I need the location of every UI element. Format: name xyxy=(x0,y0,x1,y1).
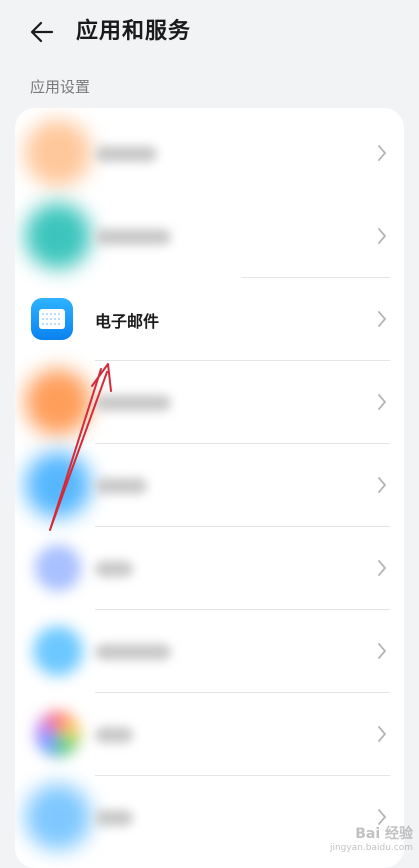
back-button[interactable] xyxy=(24,14,60,50)
list-item-blurred-2[interactable] xyxy=(15,195,404,278)
chevron-right-icon xyxy=(378,311,386,327)
chevron-right-icon xyxy=(378,394,386,410)
watermark-url: jingyan.baidu.com xyxy=(329,843,413,853)
blurred-label xyxy=(95,644,171,660)
list-item-blurred-5[interactable] xyxy=(15,527,404,610)
arrow-left-icon xyxy=(30,21,54,43)
blurred-label xyxy=(95,146,157,162)
list-item-blurred-7[interactable] xyxy=(15,693,404,776)
blurred-app-icon xyxy=(25,203,91,269)
watermark-text: Bai 经验 xyxy=(355,826,413,842)
chevron-right-icon xyxy=(378,145,386,161)
chevron-right-icon xyxy=(378,726,386,742)
header: 应用和服务 xyxy=(0,0,419,64)
blurred-app-icon xyxy=(33,626,83,676)
blurred-app-icon xyxy=(34,544,82,592)
email-app-icon xyxy=(31,298,73,340)
chevron-right-icon xyxy=(378,228,386,244)
list-item-blurred-6[interactable] xyxy=(15,610,404,693)
section-label: 应用设置 xyxy=(30,78,91,96)
chevron-right-icon xyxy=(378,643,386,659)
watermark: Bai 经验 jingyan.baidu.com xyxy=(330,823,413,853)
blurred-app-icon xyxy=(34,710,82,758)
blurred-label xyxy=(95,727,133,743)
annotation-arrow-icon xyxy=(49,363,112,531)
blurred-label xyxy=(95,229,171,245)
chevron-right-icon xyxy=(378,477,386,493)
blurred-label xyxy=(95,810,133,826)
chevron-right-icon xyxy=(378,560,386,576)
list-item-blurred-1[interactable] xyxy=(15,112,404,195)
blurred-app-icon xyxy=(25,120,91,186)
list-item-email[interactable]: 电子邮件 xyxy=(15,278,404,361)
email-label: 电子邮件 xyxy=(95,312,160,331)
blurred-app-icon xyxy=(25,784,91,850)
blurred-label xyxy=(95,561,133,577)
page-title: 应用和服务 xyxy=(76,19,192,44)
